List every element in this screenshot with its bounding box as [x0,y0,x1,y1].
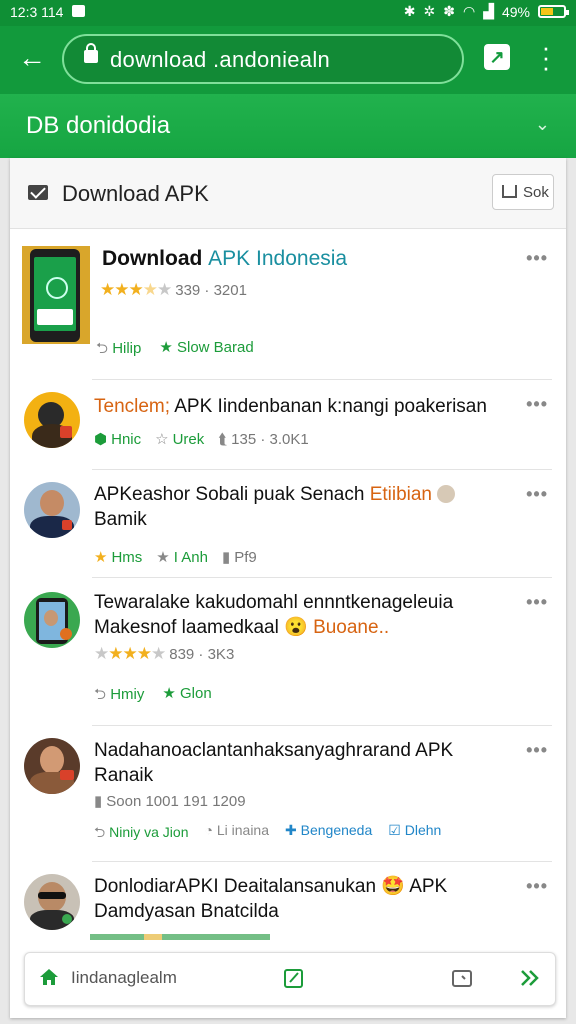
share-box-label: Sok [523,184,549,201]
reply-icon: ⮌ [96,340,109,357]
avatar [24,592,80,648]
item-meta: ★ Hms ★ I Anh ▮ Pf9 [94,548,257,567]
url-bar[interactable]: download .andoniealn [62,34,464,84]
star-button[interactable]: ★ Glon [162,684,211,709]
more-horiz-icon[interactable]: ••• [526,484,548,505]
partial-row [90,934,270,940]
star-icon: ☆ [155,431,169,448]
reply-icon: ⮌ [94,686,107,703]
badge-icon [437,485,456,503]
card-header: Download APK Sok [10,158,566,229]
chart-icon: ▮ [94,793,103,810]
list-item[interactable]: APKeashor Sobali puak Senach Etiibian Ba… [10,470,566,578]
item-actions: ⮌ Niniy va Jion ◔ Li inaina ✚ Bengeneda … [94,822,441,846]
emoji-icon: 😮 [284,617,308,638]
share-box-button[interactable]: Sok [492,174,554,210]
more-horiz-icon[interactable]: ••• [526,876,548,897]
wifi-icon: ◠ [462,3,476,19]
star-icon: ★ [94,549,108,566]
avatar [24,738,80,794]
tab-icon[interactable] [451,967,473,989]
share-box-icon [502,185,517,198]
app-thumbnail [22,246,90,344]
star-icon: ★ [162,685,176,702]
bottom-bar-text[interactable]: Iindanaglealm [71,968,177,988]
item-rating: ★★★★★ 839 · 3K3 [94,644,235,663]
star-rating: ★★★★★ [94,644,166,663]
card-title: Download APK [62,181,209,206]
item-rating: ★★★★★ 339 · 3201 [100,280,247,299]
more-horiz-icon[interactable]: ••• [526,394,548,415]
item-actions: ⮌ Hilip ★ Slow Barad [96,338,254,363]
vibrate-icon: ✲ [423,3,436,19]
share-icon[interactable]: ↗ [484,44,510,70]
item-meta: ▮ Soon 1001 191 1209 [94,792,246,811]
star-rating: ★★★★★ [100,280,172,299]
edit-icon[interactable] [283,967,305,989]
battery-icon [538,5,569,18]
list-item[interactable]: Download APK Indonesia ••• ★★★★★ 339 · 3… [10,228,566,380]
browser-toolbar: ← download .andoniealn ↗ · · · [0,26,576,94]
bottom-toolbar: Iindanaglealm [24,952,556,1006]
item-title[interactable]: Tenclem; APK Iindenbanan k:nangi poakeri… [94,394,487,419]
comment-button[interactable]: ◔ Li inaina [204,822,269,846]
item-title[interactable]: Download APK Indonesia [102,246,347,271]
reply-button[interactable]: ⮌ Hilip [96,338,141,363]
comment-icon: ◔ [204,822,213,838]
item-actions: ⮌ Hmiy ★ Glon [94,684,212,709]
star-icon: ★ [159,339,173,356]
alarm-icon: ✽ [443,3,455,19]
chart-icon: ▮ [221,549,231,566]
bluetooth-icon: ✱ [403,3,416,19]
reply-button[interactable]: ⮌ Niniy va Jion [94,822,188,846]
more-horiz-icon[interactable]: ••• [526,740,548,761]
item-title[interactable]: Nadahanoaclantanhaksanyaghrarand APK Ran… [94,738,453,788]
list-item[interactable]: DonlodiarAPKI Deaitalansanukan 🤩 APK Dam… [10,862,566,962]
check-icon: ☑ [388,822,401,838]
content-card: Download APK Sok Download APK Indonesia … [10,158,566,1018]
list-item[interactable]: Tenclem; APK Iindenbanan k:nangi poakeri… [10,380,566,470]
chevron-down-icon[interactable]: ⌄ [535,114,550,135]
back-arrow-icon[interactable]: ← [18,44,46,72]
list-item[interactable]: Tewaralake kakudomahl ennntkenageleuia M… [10,578,566,726]
item-title[interactable]: Tewaralake kakudomahl ennntkenageleuia M… [94,590,453,640]
battery-percent: 49% [501,3,530,20]
avatar [24,392,80,448]
list-item[interactable]: Nadahanoaclantanhaksanyaghrarand APK Ran… [10,726,566,862]
more-vert-icon[interactable]: · · · [538,34,554,80]
home-icon[interactable] [39,967,59,987]
star-outline-icon: ★ [156,549,170,566]
star-button[interactable]: ★ Slow Barad [159,338,253,363]
url-text[interactable]: download .andoniealn [110,47,330,73]
avatar [24,874,80,930]
more-horiz-icon[interactable]: ••• [526,592,548,613]
reply-icon: ⮌ [94,824,106,840]
status-bar: 12:3 114 ✱ ✲ ✽ ◠ ▟ 49% [0,0,576,26]
forward-icon[interactable] [519,967,541,989]
item-title[interactable]: DonlodiarAPKI Deaitalansanukan 🤩 APK Dam… [94,874,447,924]
status-icons: ✱ ✲ ✽ ◠ ▟ 49% [403,3,569,20]
notification-icon [72,5,85,17]
puzzle-icon: ✚ [285,822,297,838]
emoji-icon: 🤩 [381,876,405,897]
reply-button[interactable]: ⮌ Hmiy [94,684,144,709]
signal-icon: ▟ [483,3,494,19]
share-button[interactable]: ✚ Bengeneda [285,822,372,846]
status-time: 12:3 114 [10,4,64,20]
mail-icon [28,185,48,200]
lock-icon [84,43,98,63]
item-title[interactable]: APKeashor Sobali puak Senach Etiibian Ba… [94,482,456,532]
reply-icon: ⮬ [218,430,228,448]
more-horiz-icon[interactable]: ••• [526,248,548,269]
site-title: DB donidodia [26,112,171,139]
check-button[interactable]: ☑ Dlehn [388,822,441,846]
avatar [24,482,80,538]
site-header[interactable]: DB donidodia ⌄ [0,94,576,158]
item-meta: ⬢ Hnic ☆ Urek ⮬ 135 · 3.0K1 [94,430,309,449]
tag-icon: ⬢ [94,431,108,448]
